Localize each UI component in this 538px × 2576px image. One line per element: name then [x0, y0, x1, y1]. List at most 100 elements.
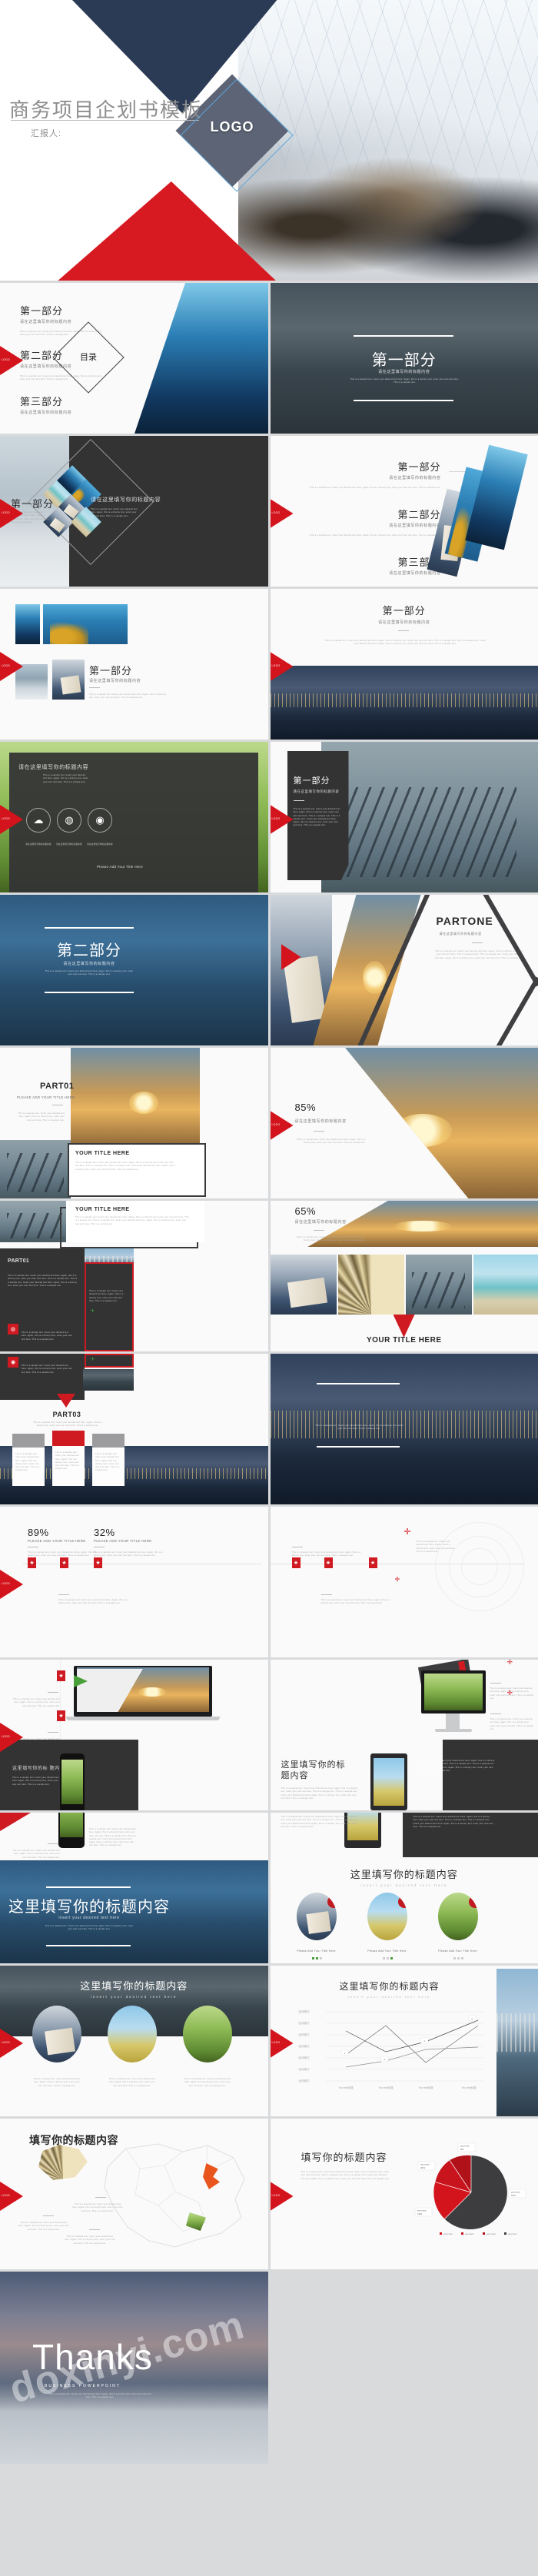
slide-pie-chart[interactable]: LOGO 填写你的标题内容 This is a sample text. Ins… [270, 2119, 538, 2269]
star-icon[interactable]: ★ [57, 1670, 65, 1681]
ovals-dark-image-2 [108, 2006, 157, 2062]
slide-line-chart[interactable]: LOGO 这里填写你的标题内容 insert your desired text… [270, 1966, 538, 2116]
imac-stand [445, 1713, 460, 1730]
stats3-card-3[interactable]: This is a sample text. Insert your desir… [92, 1448, 125, 1486]
section4-rule-bottom [46, 1945, 131, 1946]
plus-icon[interactable]: + [91, 1355, 95, 1363]
star-icon[interactable]: ★ [94, 1557, 102, 1568]
slide-toc[interactable]: LOGO 第一部分 请在这里填写你的标题内容 This is a sample … [0, 283, 268, 434]
slide-timeline-b[interactable]: This is a sample text. Insert your desir… [270, 1507, 538, 1657]
timeline-b-ring-3 [460, 1548, 498, 1585]
icons3-item-1[interactable]: ☁ 请在这里填写你的标题内容 [25, 808, 60, 846]
star-icon[interactable]: ★ [57, 1710, 65, 1721]
oval-card-3[interactable]: Please Add Your Title Here [437, 1893, 478, 1959]
list-item-1-sub: 请在这里填写你的标题内容 [389, 476, 441, 480]
oval-card-1[interactable]: Please Add Your Title Here [296, 1893, 337, 1959]
svg-text:your text: your text [508, 2232, 517, 2235]
slide-timeline-a[interactable]: LOGO 89% PLEASE ADD YOUR TITLE HERE This… [0, 1507, 268, 1657]
slide-pct-85[interactable]: LOGO 85% 请在这里填写你的标题内容 This is a sample t… [270, 1048, 538, 1198]
part01-photo [69, 1048, 200, 1148]
stats3-card-3-body: This is a sample text. Insert your desir… [95, 1453, 120, 1472]
toc-item-3[interactable]: 第三部分 请在这里填写你的标题内容 [20, 394, 71, 415]
part1-panel-title: 请在这里填写你的标题内容 [91, 497, 161, 503]
ovals-dark-body-1: This is a sample text. Insert your desir… [33, 2078, 81, 2087]
logo-marker: LOGO [0, 1570, 23, 1599]
linechart-side-photo [496, 1969, 538, 2116]
slide-ovals-dark[interactable]: LOGO 这里填写你的标题内容 insert your desired text… [0, 1966, 268, 2116]
phone-dark-dash [48, 1843, 58, 1844]
weibo-icon[interactable]: ◉ [88, 808, 112, 833]
section2-rule-bottom [45, 992, 134, 993]
grid-body: This is a sample text. Insert your desir… [89, 693, 166, 700]
svg-text:Your text标题: Your text标题 [378, 2086, 394, 2089]
slide-part01-photo[interactable]: PART01 PLEASE ADD YOUR TITLE HERE This i… [0, 1048, 268, 1198]
list-item-2-title: 第二部分 [397, 509, 441, 520]
frame-body: This is a sample text. Insert your desir… [75, 1216, 189, 1225]
svg-text:Your text标题: Your text标题 [338, 2086, 354, 2089]
star-icon[interactable]: ★ [291, 1557, 301, 1568]
cloud-icon[interactable]: ☁ [26, 808, 51, 833]
slide-section-1[interactable]: 第一部分 请在这里填写你的标题内容 This is a sample text.… [270, 283, 538, 434]
pier-dash [293, 800, 304, 801]
stats3-card-2[interactable]: This is a sample text. Insert your desir… [52, 1446, 85, 1486]
slide-ovals-light[interactable]: This is a sample text. Insert your desir… [270, 1813, 538, 1963]
star-icon[interactable]: ★ [324, 1557, 333, 1568]
slide-thanks[interactable]: Thanks BUSINESS POWERPOINT This is a sam… [0, 2272, 268, 2464]
oval-image-1 [296, 1893, 337, 1940]
slide-section-2[interactable]: 第二部分 请在这里填写你的标题内容 This is a sample text.… [0, 895, 268, 1045]
city-title: 第一部分 [382, 605, 426, 617]
pct65-sub: 请在这里填写你的标题内容 [294, 1220, 347, 1225]
ovals-dark-sub: insert your desired text here [91, 1995, 178, 1999]
slide-partone[interactable]: PARTONE 请在这里填写你的标题内容 This is a sample te… [270, 895, 538, 1045]
city-sub: 请在这里填写你的标题内容 [378, 620, 430, 625]
list-item-2-body: This is a sample text. Insert your desir… [309, 534, 441, 537]
slide-part03[interactable]: This is a sample text. Insert your desir… [270, 1354, 538, 1504]
thanks-body: This is a sample text. Insert your desir… [48, 2393, 151, 2399]
grid-photo-1 [15, 604, 40, 644]
icons3-item-3[interactable]: ◉ 请在这里填写你的标题内容 [87, 808, 121, 846]
wechat-icon[interactable]: ◍ [57, 808, 81, 833]
stats3-card-1[interactable]: This is a sample text. Insert your desir… [12, 1448, 45, 1486]
weibo-icon[interactable]: ◉ [8, 1357, 18, 1368]
slide-city-text[interactable]: LOGO 第一部分 请在这里填写你的标题内容 This is a sample … [270, 589, 538, 740]
slide-pct-65[interactable]: 65% 请在这里填写你的标题内容 This is a sample text. … [270, 1201, 538, 1351]
section4-sub: insert your desired text here [58, 1916, 120, 1920]
oval-dots-3 [453, 1957, 478, 1959]
star-icon[interactable]: ★ [368, 1557, 377, 1568]
part01-frame-title: YOUR TITLE HERE [75, 1151, 130, 1156]
star-icon[interactable]: ★ [28, 1557, 36, 1568]
slide-laptop[interactable]: LOGO This is a sample text. Insert your … [0, 1660, 268, 1810]
pct85-dash [313, 1131, 324, 1132]
oval-card-2[interactable]: Please Add Your Title Here [367, 1893, 407, 1959]
cover-logo-text: LOGO [210, 119, 254, 135]
slide-part1-photos[interactable]: LOGO 第一部分 This is a sample text. Insert … [0, 436, 268, 587]
part03-rule-bottom [316, 1446, 400, 1448]
grid-sub: 请在这里填写你的标题内容 [89, 679, 141, 683]
strip-photo-1 [270, 1255, 337, 1315]
slide-three-part-list[interactable]: LOGO 第一部分 请在这里填写你的标题内容 This is a sample … [270, 436, 538, 587]
phone-panel-title: 这里填写你的标 题内容 [12, 1767, 65, 1771]
svg-text:your text: your text [487, 2232, 496, 2235]
slide-map[interactable]: LOGO 填写你的标题内容 This is a sample text. Ins… [0, 2119, 268, 2269]
star-icon[interactable]: ★ [60, 1557, 68, 1568]
slide-dark-part01[interactable]: ◉ This is a sample text. Insert your des… [0, 1354, 268, 1504]
wechat-icon[interactable]: ◍ [8, 1324, 18, 1335]
slide-your-title-frame[interactable]: YOUR TITLE HERE This is a sample text. I… [0, 1201, 268, 1351]
slide-photo-grid[interactable]: LOGO 第一部分 请在这里填写你的标题内容 This is a sample … [0, 589, 268, 740]
slide-phone-dark[interactable]: This is a sample text. Insert your desir… [0, 1813, 268, 1963]
partone-stripe-3 [466, 976, 538, 1045]
map-dash-1 [43, 2215, 54, 2216]
slides-grid: LOGO 第一部分 请在这里填写你的标题内容 This is a sample … [0, 281, 538, 2464]
section1-title: 第一部分 [371, 352, 437, 369]
slide-imac[interactable]: ✛ This is a sample text. Insert your des… [270, 1660, 538, 1810]
map-part-2-body: This is a sample text. Insert your desir… [65, 2235, 115, 2245]
slide-icons3[interactable]: LOGO 请在这里填写你的标题内容 This is a sample text.… [0, 742, 268, 892]
slide-pier-panel[interactable]: LOGO 第一部分 请在这里填写你的标题内容 This is a sample … [270, 742, 538, 892]
icons3-item-2[interactable]: ◍ 请在这里填写你的标题内容 [56, 808, 91, 846]
logo-marker: LOGO [270, 2029, 294, 2058]
laptop-dash-1 [48, 1692, 58, 1693]
svg-text:/适用格式: /适用格式 [298, 2021, 310, 2025]
plus-icon[interactable]: + [91, 1307, 95, 1315]
cover-slide[interactable]: 商务项目企划书模板 汇报人: LOGO [0, 0, 538, 281]
tablet-panel-body: This is a sample text. Insert your desir… [417, 1760, 495, 1772]
